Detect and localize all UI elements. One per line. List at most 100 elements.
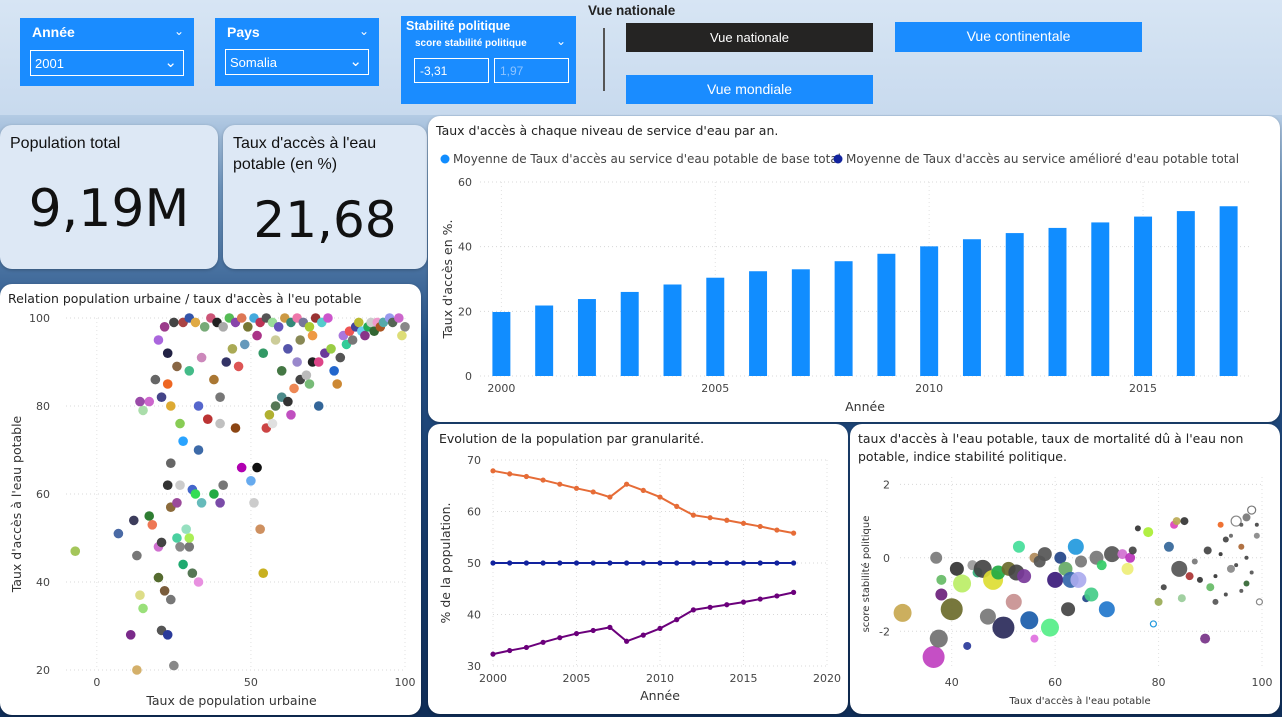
slicer-stabilite: Stabilité politique score stabilité poli…: [401, 16, 576, 104]
line-chart: 30405060702000 2005 2010 2015 2020Année% de …: [438, 454, 841, 703]
series-point: [590, 489, 596, 495]
stabilite-max-input[interactable]: 1,97: [494, 58, 569, 83]
x-tick-label: 2005: [563, 672, 591, 685]
series-point: [690, 560, 696, 566]
y-tick-label: 60: [467, 506, 481, 519]
scatter-point: [1005, 593, 1022, 610]
scatter-point: [1134, 525, 1141, 532]
slicer-stabilite-subtitle: score stabilité politique: [415, 38, 527, 49]
scatter-point: [283, 344, 293, 354]
chevron-down-icon[interactable]: ⌄: [359, 24, 369, 38]
scatter-point: [1212, 598, 1219, 605]
scatter-point: [178, 436, 188, 446]
scatter-point: [190, 489, 201, 499]
series-point: [640, 560, 646, 566]
scatter-point: [1254, 522, 1259, 527]
stabilite-min-input[interactable]: -3,31: [414, 58, 489, 83]
series-point: [791, 530, 797, 536]
scatter-point: [1154, 597, 1163, 606]
vue-continentale-button[interactable]: Vue continentale: [895, 22, 1142, 52]
scatter-point: [165, 594, 176, 605]
scatter-point: [1242, 513, 1251, 522]
scatter-point: [992, 616, 1015, 639]
scatter-point: [323, 313, 333, 323]
scatter-point: [252, 462, 262, 473]
kpi-acces-value: 21,68: [253, 191, 397, 249]
chevron-down-icon[interactable]: ⌄: [556, 34, 566, 48]
scatter-point: [249, 498, 259, 508]
scatter-point: [930, 551, 943, 564]
annee-dropdown[interactable]: 2001 ⌄: [30, 50, 184, 76]
scatter-stability-card: taux d'accès à l'eau potable, taux de mo…: [850, 424, 1280, 714]
scatter-point: [1172, 517, 1181, 526]
series-point: [507, 560, 513, 566]
scatter-point: [893, 603, 912, 622]
scatter-point: [1217, 521, 1224, 528]
pays-dropdown-value: Somalia: [230, 55, 277, 70]
slicer-annee-title: Année: [32, 24, 75, 40]
scatter-point: [255, 524, 265, 534]
series-point: [724, 602, 730, 608]
series-point: [557, 635, 563, 641]
vue-nationale-button[interactable]: Vue nationale: [626, 23, 873, 52]
scatter-point: [936, 574, 947, 585]
slicer-stabilite-title: Stabilité politique: [406, 19, 511, 33]
scatter-point: [156, 537, 167, 548]
scatter-point: [193, 401, 204, 411]
scatter-point: [196, 352, 207, 363]
scatter-point: [397, 330, 407, 341]
x-tick-label: 2015: [1129, 382, 1157, 395]
scatter-point: [1222, 536, 1229, 543]
y-tick-label: -2: [879, 625, 890, 638]
scatter-point: [1163, 541, 1174, 552]
y-tick-label: 0: [883, 552, 890, 565]
scatter-point: [1180, 517, 1189, 526]
x-tick-label: 2015: [730, 672, 758, 685]
scatter-point: [1239, 588, 1244, 593]
scatter-point: [1244, 555, 1249, 560]
series-point: [757, 523, 763, 530]
scatter-point: [138, 603, 148, 614]
scatter-point: [175, 480, 185, 490]
x-axis-title: Taux de population urbaine: [145, 693, 317, 708]
series-point: [674, 503, 680, 509]
kpi-acces-title-line1: Taux d'accès à l'eau: [233, 135, 377, 152]
scatter-point: [218, 322, 228, 332]
scatter-point: [1218, 552, 1223, 557]
y-axis-title: Taux d'accès en %.: [440, 220, 455, 340]
scatter-point: [172, 533, 182, 543]
x-tick-label: 80: [1152, 676, 1166, 689]
bar: [577, 299, 596, 376]
series-point: [757, 596, 763, 602]
scatter-point: [929, 629, 948, 648]
series-point: [740, 520, 747, 526]
scatter-point: [1020, 611, 1039, 630]
scatter-point: [132, 550, 142, 561]
scatter-point: [246, 476, 256, 486]
vue-mondiale-button[interactable]: Vue mondiale: [626, 75, 873, 104]
scatter-point: [1228, 533, 1233, 538]
bar-chart-card: Taux d'accès à chaque niveau de service …: [428, 116, 1280, 422]
series-point: [607, 624, 613, 630]
scatter-point: [132, 665, 142, 675]
y-axis-title: % de la population.: [438, 502, 453, 623]
scatter-point: [252, 330, 262, 341]
scatter-point: [1239, 522, 1244, 527]
scatter-point: [162, 480, 173, 490]
pays-dropdown[interactable]: Somalia ⌄: [225, 49, 369, 75]
series-point: [690, 512, 696, 518]
bar: [1176, 211, 1195, 376]
y-tick-label: 2: [883, 478, 890, 491]
x-tick-label: 2005: [701, 382, 729, 395]
chevron-down-icon[interactable]: ⌄: [174, 24, 184, 38]
scatter-point: [304, 322, 315, 332]
series-point: [523, 644, 529, 651]
series-point: [757, 560, 763, 566]
scatter-point: [230, 423, 241, 433]
scatter-point: [187, 568, 198, 578]
series-point: [573, 485, 580, 491]
scatter-point: [292, 357, 302, 367]
kpi-acces-card: Taux d'accès à l'eau potable (en %) 21,6…: [223, 125, 427, 269]
scatter-urban-chart: 20 40 60 80 100 0 50 100 Taux de population urba…: [9, 312, 416, 708]
x-tick-label: 100: [395, 676, 416, 689]
